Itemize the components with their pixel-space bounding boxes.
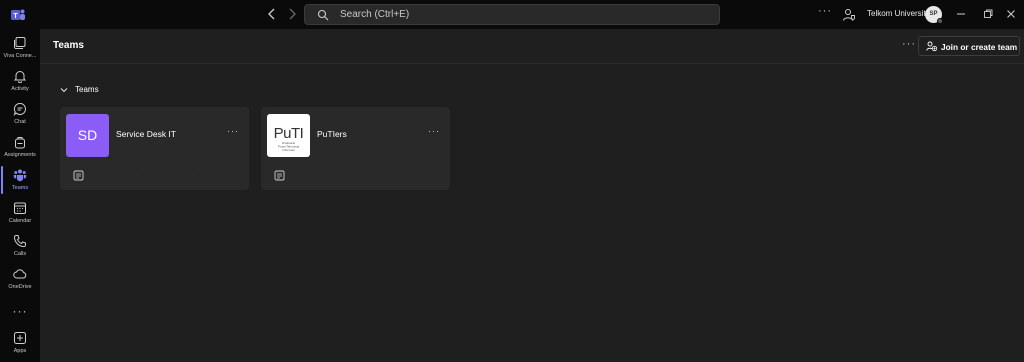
presence-status-badge [937,18,943,24]
app-rail: Viva Conne... Activity Chat Assignments [0,29,40,362]
join-button-label: Join or create team [941,42,1018,52]
rail-label: Chat [14,119,26,125]
person-shield-icon[interactable] [842,8,856,22]
rail-item-onedrive[interactable]: OneDrive [0,263,40,297]
viva-connections-icon [14,37,26,49]
rail-item-apps[interactable]: Apps [0,327,40,361]
search-input[interactable]: Search (Ctrl+E) [304,4,720,25]
organization-name[interactable]: Telkom University [867,9,930,18]
team-name: PuTIers [317,129,347,139]
chevron-down-icon[interactable] [60,86,68,94]
teams-logo-icon[interactable]: T [10,7,26,23]
puti-logo-icon: PuTI Direktorat Pusat Teknologi Informas… [274,125,304,152]
back-arrow-icon[interactable] [264,6,280,22]
team-more-options-button[interactable]: ··· [227,126,239,136]
rail-item-activity[interactable]: Activity [0,65,40,99]
rail-item-calls[interactable]: Calls [0,230,40,264]
section-title[interactable]: Teams [75,85,99,94]
calendar-icon [14,202,26,214]
bell-icon [13,71,27,83]
teams-icon [13,169,27,182]
backpack-icon [15,137,25,149]
cloud-icon [13,269,27,279]
logo-text: PuTI [274,125,304,142]
more-apps-button[interactable]: ··· [0,304,40,318]
rail-item-chat[interactable]: Chat [0,98,40,132]
team-card-service-desk-it[interactable]: SD Service Desk IT ··· • • • • • • • • •… [60,107,249,190]
restore-icon[interactable] [982,8,994,20]
page-title: Teams [53,40,84,51]
rail-label: Viva Conne... [3,53,37,59]
rail-label: Assignments [4,152,36,158]
svg-text:T: T [13,13,18,20]
rail-label: Apps [13,348,27,354]
rail-label: Teams [11,185,29,191]
posts-icon[interactable] [274,170,285,181]
settings-more-button[interactable]: ··· [818,5,832,17]
team-card-putiers[interactable]: PuTI Direktorat Pusat Teknologi Informas… [261,107,450,190]
search-placeholder: Search (Ctrl+E) [340,9,410,20]
logo-subtext-3: Informasi [282,148,295,152]
rail-item-calendar[interactable]: Calendar [0,197,40,231]
search-icon [317,9,329,21]
page-header: Teams ··· Join or create team [40,29,1024,64]
close-icon[interactable] [1005,8,1017,20]
chat-icon [13,102,26,116]
more-options-button[interactable]: ··· [902,38,916,50]
add-apps-icon [14,332,26,344]
rail-label: Activity [11,86,29,92]
phone-icon [13,235,26,248]
rail-label: Calls [13,251,27,257]
title-bar: T Search (Ctrl+E) ··· Telkom University … [0,0,1024,29]
rail-label: OneDrive [8,284,32,290]
rail-item-assignments[interactable]: Assignments [0,131,40,165]
rail-label: Calendar [8,218,32,224]
team-name: Service Desk IT [116,129,176,139]
minimize-icon[interactable] [955,8,967,20]
rail-item-viva-connections[interactable]: Viva Conne... [0,32,40,66]
join-or-create-team-button[interactable]: Join or create team [918,36,1020,56]
people-add-icon [926,41,937,52]
rail-item-teams[interactable]: Teams [0,164,40,198]
team-logo: PuTI Direktorat Pusat Teknologi Informas… [267,114,310,157]
team-more-options-button[interactable]: ··· [428,126,440,136]
forward-arrow-icon[interactable] [284,6,300,22]
posts-icon[interactable] [73,170,84,181]
team-avatar: SD [66,114,109,157]
channel-placeholder-dots: • • • • • • • • • • • • [92,173,221,179]
